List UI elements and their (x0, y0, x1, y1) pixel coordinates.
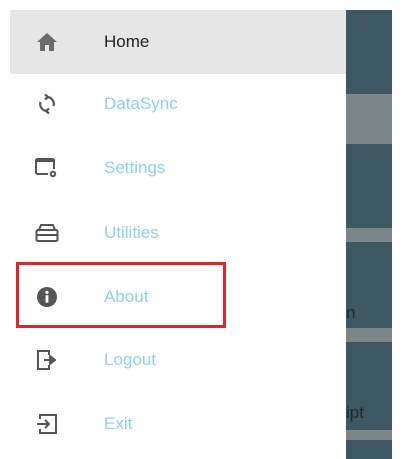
logout-icon (34, 347, 60, 373)
app-bar (346, 10, 392, 94)
app-tile-label: ipt (346, 403, 364, 422)
drawer-item-home[interactable]: Home (10, 10, 346, 74)
exit-icon (34, 411, 60, 437)
sync-icon (34, 91, 60, 117)
settings-window-icon (34, 155, 60, 181)
app-tile[interactable] (346, 144, 392, 228)
drawer-item-exit[interactable]: Exit (10, 392, 346, 456)
drawer-item-label: Settings (104, 158, 166, 177)
navigation-drawer: Home DataSync Settings Utilities About L… (10, 10, 346, 459)
home-icon (34, 29, 60, 55)
toolbox-icon (34, 220, 60, 246)
drawer-item-logout[interactable]: Logout (10, 328, 346, 392)
app-tile[interactable] (346, 440, 392, 459)
drawer-item-label: DataSync (104, 94, 178, 113)
drawer-item-label: Logout (104, 350, 156, 369)
drawer-item-label: Exit (104, 414, 133, 433)
drawer-item-settings[interactable]: Settings (10, 136, 346, 200)
app-tile-label: n (346, 303, 356, 322)
background-app: n ipt (346, 10, 392, 459)
drawer-item-label: Utilities (104, 223, 159, 242)
drawer-item-label: Home (104, 32, 150, 51)
about-highlight-box (16, 262, 226, 328)
drawer-item-utilities[interactable]: Utilities (10, 201, 346, 265)
drawer-item-datasync[interactable]: DataSync (10, 72, 346, 136)
